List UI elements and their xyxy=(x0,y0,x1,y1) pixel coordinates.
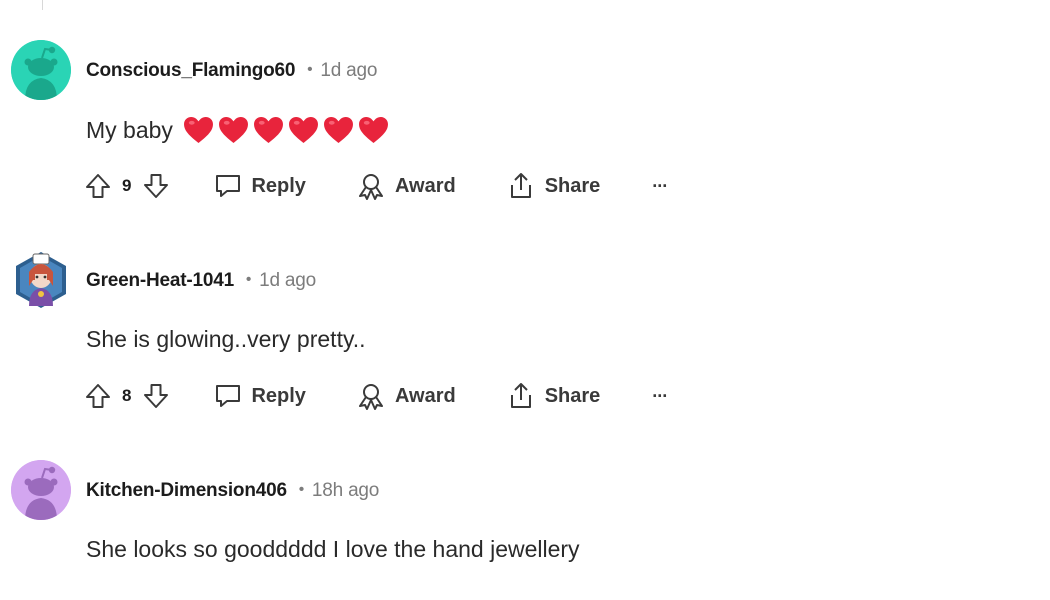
avatar[interactable] xyxy=(11,460,71,520)
comment-body: She looks so gooddddd I love the hand je… xyxy=(86,536,580,563)
heart-icon xyxy=(183,116,213,144)
downvote-arrow-icon xyxy=(144,384,169,408)
vote-count: 9 xyxy=(122,176,132,195)
more-options-button[interactable]: ··· xyxy=(652,386,668,407)
downvote-button[interactable] xyxy=(142,382,170,410)
comment-actions: 8 Reply Award Share ··· xyxy=(84,380,668,412)
award-ribbon-icon xyxy=(358,384,383,410)
share-upload-icon xyxy=(510,173,531,198)
share-label: Share xyxy=(544,384,601,407)
snoo-avatar-icon xyxy=(11,460,71,520)
comment-body: My baby xyxy=(86,116,389,144)
reply-button[interactable]: Reply xyxy=(214,382,306,410)
timestamp: 1d ago xyxy=(320,60,378,81)
avatar[interactable] xyxy=(11,40,71,100)
share-label: Share xyxy=(544,174,601,197)
heart-icon xyxy=(358,116,388,144)
upvote-arrow-icon xyxy=(86,174,110,198)
reply-button[interactable]: Reply xyxy=(214,172,306,200)
more-options-button[interactable]: ··· xyxy=(652,176,668,197)
share-upload-icon xyxy=(510,383,531,408)
comment-bubble-icon xyxy=(216,175,241,197)
downvote-button[interactable] xyxy=(142,172,170,200)
upvote-arrow-icon xyxy=(86,384,110,408)
award-ribbon-icon xyxy=(358,174,383,200)
heart-icon xyxy=(253,116,283,144)
heart-icon xyxy=(323,116,353,144)
custom-avatar-icon xyxy=(16,252,66,308)
share-button[interactable]: Share xyxy=(506,171,601,201)
award-label: Award xyxy=(394,384,456,407)
comment-bubble-icon xyxy=(216,385,241,407)
heart-icon xyxy=(218,116,248,144)
upvote-button[interactable] xyxy=(84,172,112,200)
comment-text: She looks so gooddddd I love the hand je… xyxy=(86,536,580,562)
award-button[interactable]: Award xyxy=(356,172,456,200)
separator-dot: • xyxy=(298,481,304,498)
comment-text: My baby xyxy=(86,116,173,143)
comment-header: Conscious_Flamingo60 • 1d ago xyxy=(86,60,377,82)
heart-emojis xyxy=(183,116,389,144)
comment-body: She is glowing..very pretty.. xyxy=(86,326,366,353)
separator-dot: • xyxy=(307,61,313,78)
snoo-avatar-icon xyxy=(11,40,71,100)
thread-line xyxy=(42,0,43,10)
avatar[interactable] xyxy=(11,250,71,310)
timestamp: 1d ago xyxy=(259,270,317,291)
comment-text: She is glowing..very pretty.. xyxy=(86,326,366,352)
vote-count: 8 xyxy=(122,386,132,405)
comment-actions: 9 Reply Award Share ··· xyxy=(84,170,668,202)
timestamp: 18h ago xyxy=(311,480,380,501)
reply-label: Reply xyxy=(251,384,306,407)
share-button[interactable]: Share xyxy=(506,381,601,411)
comment-header: Green-Heat-1041 • 1d ago xyxy=(86,270,316,292)
award-label: Award xyxy=(394,174,456,197)
author-name[interactable]: Conscious_Flamingo60 xyxy=(86,60,295,81)
heart-icon xyxy=(288,116,318,144)
author-name[interactable]: Kitchen-Dimension406 xyxy=(86,480,287,501)
reply-label: Reply xyxy=(251,174,306,197)
separator-dot: • xyxy=(246,271,252,288)
upvote-button[interactable] xyxy=(84,382,112,410)
award-button[interactable]: Award xyxy=(356,382,456,410)
author-name[interactable]: Green-Heat-1041 xyxy=(86,270,234,291)
downvote-arrow-icon xyxy=(144,174,169,198)
comment-header: Kitchen-Dimension406 • 18h ago xyxy=(86,480,379,502)
